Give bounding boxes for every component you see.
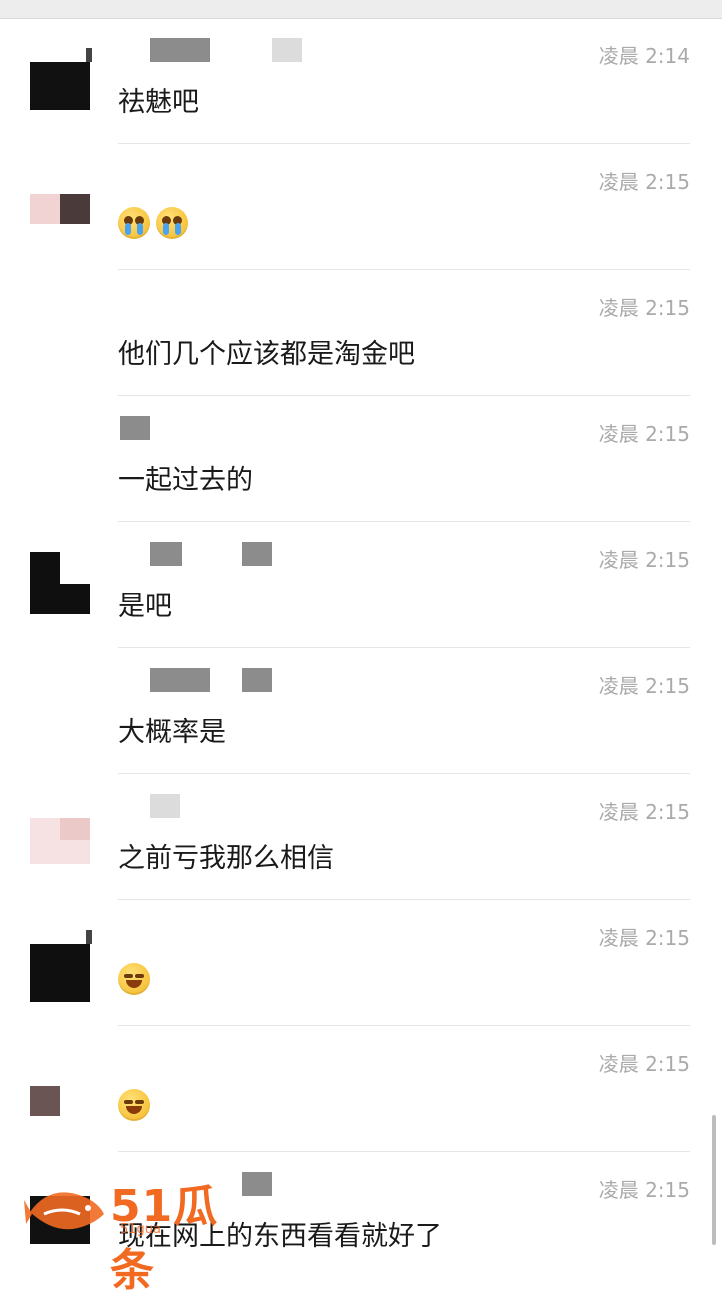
crying-face-icon [118, 206, 150, 239]
tears-of-joy-icon [118, 1088, 150, 1121]
message-row[interactable]: 凌晨 2:15 [0, 1026, 722, 1152]
sender-name-redacted [150, 668, 210, 692]
message-row[interactable]: 凌晨 2:15 [0, 144, 722, 270]
message-time: 凌晨 2:14 [598, 44, 690, 68]
avatar[interactable] [30, 804, 90, 864]
message-text[interactable]: 一起过去的 [118, 458, 253, 497]
watermark-site: 51gua [120, 1222, 161, 1237]
message-time: 凌晨 2:15 [598, 800, 690, 824]
avatar[interactable] [30, 930, 92, 1002]
sender-name-redacted [242, 542, 272, 566]
avatar[interactable] [30, 1056, 90, 1116]
sender-name-redacted [120, 416, 150, 440]
top-status-bar [0, 0, 722, 19]
avatar[interactable] [30, 174, 90, 234]
sender-name-redacted [242, 668, 272, 692]
message-text[interactable]: 他们几个应该都是淘金吧 [118, 332, 415, 371]
message-text[interactable]: 大概率是 [118, 710, 226, 749]
message-time: 凌晨 2:15 [598, 170, 690, 194]
avatar[interactable] [30, 48, 92, 110]
message-time: 凌晨 2:15 [598, 548, 690, 572]
message-time: 凌晨 2:15 [598, 422, 690, 446]
sender-name-redacted [150, 794, 180, 818]
crying-face-icon [156, 206, 188, 239]
message-emoji[interactable] [118, 206, 194, 239]
message-emoji[interactable] [118, 1088, 156, 1121]
sender-name-redacted [272, 38, 302, 62]
tears-of-joy-icon [118, 962, 150, 995]
message-emoji[interactable] [118, 962, 156, 995]
message-time: 凌晨 2:15 [598, 296, 690, 320]
message-text[interactable]: 祛魅吧 [118, 80, 199, 119]
message-row[interactable]: 凌晨 2:15 [0, 900, 722, 1026]
sender-name-redacted [150, 542, 182, 566]
message-row[interactable]: 凌晨 2:15 大概率是 [0, 648, 722, 774]
sender-name-redacted [150, 38, 210, 62]
message-row[interactable]: 凌晨 2:15 是吧 [0, 522, 722, 648]
message-time: 凌晨 2:15 [598, 674, 690, 698]
message-row[interactable]: 凌晨 2:15 一起过去的 [0, 396, 722, 522]
watermark: 51瓜条 51gua [24, 1170, 254, 1296]
message-time: 凌晨 2:15 [598, 926, 690, 950]
message-row[interactable]: 凌晨 2:14 祛魅吧 [0, 18, 722, 144]
message-row[interactable]: 凌晨 2:15 他们几个应该都是淘金吧 [0, 270, 722, 396]
message-row[interactable]: 凌晨 2:15 之前亏我那么相信 [0, 774, 722, 900]
fish-logo-icon [24, 1192, 104, 1230]
avatar[interactable] [30, 552, 90, 614]
scrollbar[interactable] [712, 1115, 716, 1245]
message-time: 凌晨 2:15 [598, 1052, 690, 1076]
message-list: 凌晨 2:14 祛魅吧 凌晨 2:15 凌晨 2:15 他们几个应该都是淘金吧 … [0, 18, 722, 1278]
message-text[interactable]: 之前亏我那么相信 [118, 836, 334, 875]
message-text[interactable]: 是吧 [118, 584, 172, 623]
message-time: 凌晨 2:15 [598, 1178, 690, 1202]
